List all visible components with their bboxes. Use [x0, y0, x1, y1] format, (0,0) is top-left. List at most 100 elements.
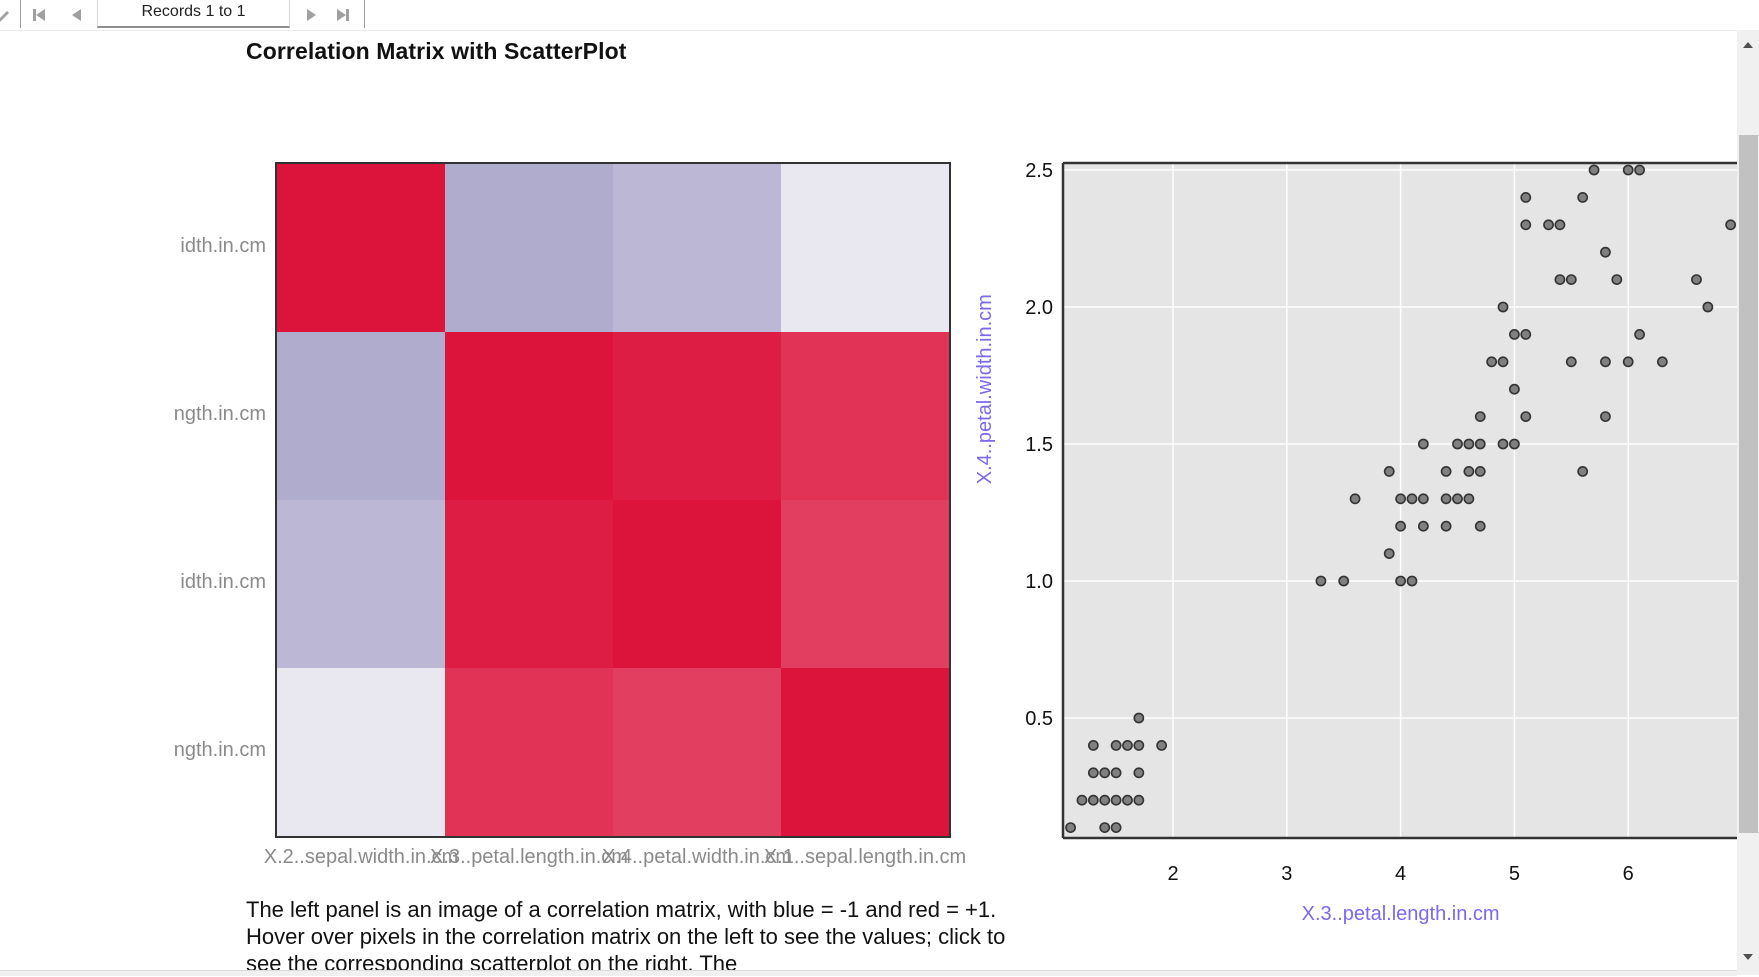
scatter-point[interactable] — [1087, 767, 1099, 779]
scatter-point[interactable] — [1565, 274, 1577, 285]
scatter-point[interactable] — [1099, 822, 1111, 833]
scatter-point[interactable] — [1452, 493, 1463, 505]
last-record-icon[interactable] — [332, 4, 354, 26]
scatter-point[interactable] — [1611, 274, 1623, 285]
scatter-point[interactable] — [1133, 794, 1145, 806]
next-record-icon[interactable] — [300, 4, 322, 26]
scatter-point[interactable] — [1383, 465, 1395, 477]
scatter-point[interactable] — [1076, 794, 1088, 806]
scatter-point[interactable] — [1509, 328, 1520, 340]
scatter-point[interactable] — [1395, 493, 1406, 505]
previous-record-icon[interactable] — [66, 4, 88, 26]
scatter-point[interactable] — [1383, 548, 1395, 559]
matrix-cell[interactable] — [445, 500, 613, 668]
scatter-point[interactable] — [1122, 794, 1133, 806]
correlation-matrix[interactable] — [275, 162, 951, 838]
scatter-point[interactable] — [1577, 465, 1589, 477]
scatter-point[interactable] — [1543, 219, 1554, 231]
scatter-point[interactable] — [1486, 356, 1498, 368]
scatter-point[interactable] — [1133, 712, 1145, 724]
scatter-point[interactable] — [1634, 328, 1645, 340]
scatter-point[interactable] — [1577, 192, 1589, 203]
scatter-point[interactable] — [1349, 493, 1361, 505]
scatter-point[interactable] — [1110, 794, 1122, 806]
scatter-point[interactable] — [1520, 411, 1532, 422]
scatter-point[interactable] — [1622, 164, 1634, 176]
matrix-cell[interactable] — [445, 332, 613, 500]
scatter-point[interactable] — [1509, 383, 1520, 395]
scatter-point[interactable] — [1520, 328, 1532, 340]
scatter-point[interactable] — [1452, 438, 1463, 450]
scatter-point[interactable] — [1634, 164, 1645, 176]
scatter-point[interactable] — [1497, 356, 1509, 368]
scroll-up-icon[interactable] — [1737, 36, 1759, 54]
matrix-cell[interactable] — [613, 164, 781, 332]
scatter-point[interactable] — [1463, 493, 1475, 505]
matrix-cell[interactable] — [781, 500, 949, 668]
scatter-point[interactable] — [1474, 438, 1486, 450]
scatter-point[interactable] — [1338, 575, 1350, 587]
scatter-point[interactable] — [1497, 438, 1509, 450]
scrollbar-thumb[interactable] — [1739, 135, 1758, 833]
scatter-point[interactable] — [1440, 520, 1452, 532]
matrix-cell[interactable] — [277, 332, 445, 500]
scatter-point[interactable] — [1406, 575, 1418, 587]
scatter-point[interactable] — [1474, 465, 1486, 477]
scatter-point[interactable] — [1463, 465, 1475, 477]
scatter-point[interactable] — [1565, 356, 1577, 368]
scatter-point[interactable] — [1520, 219, 1532, 231]
scatter-point[interactable] — [1417, 438, 1429, 450]
matrix-cell[interactable] — [277, 164, 445, 332]
matrix-cell[interactable] — [781, 332, 949, 500]
scatter-point[interactable] — [1463, 438, 1475, 450]
scatter-point[interactable] — [1588, 164, 1600, 176]
scatter-point[interactable] — [1440, 493, 1452, 505]
scatter-point[interactable] — [1087, 740, 1099, 751]
scatter-point[interactable] — [1600, 246, 1611, 258]
scatter-point[interactable] — [1110, 767, 1122, 779]
scatter-point[interactable] — [1122, 740, 1133, 751]
scatter-point[interactable] — [1622, 356, 1634, 368]
first-record-icon[interactable] — [28, 4, 50, 26]
matrix-cell[interactable] — [613, 332, 781, 500]
scatter-point[interactable] — [1656, 356, 1668, 368]
scatter-point[interactable] — [1520, 192, 1532, 203]
matrix-cell[interactable] — [613, 668, 781, 836]
scatter-point[interactable] — [1395, 520, 1406, 532]
matrix-cell[interactable] — [445, 164, 613, 332]
scatter-point[interactable] — [1474, 520, 1486, 532]
scatter-point[interactable] — [1417, 520, 1429, 532]
matrix-cell[interactable] — [445, 668, 613, 836]
scatter-point[interactable] — [1600, 356, 1611, 368]
scatter-point[interactable] — [1725, 219, 1737, 231]
scatter-point[interactable] — [1417, 493, 1429, 505]
scatter-point[interactable] — [1315, 575, 1327, 587]
scatter-point[interactable] — [1474, 411, 1486, 422]
scatter-point[interactable] — [1133, 740, 1145, 751]
scatter-point[interactable] — [1554, 274, 1566, 285]
scatter-point[interactable] — [1406, 493, 1418, 505]
scatter-point[interactable] — [1133, 767, 1145, 779]
scatter-point[interactable] — [1156, 740, 1168, 751]
scatter-point[interactable] — [1509, 438, 1520, 450]
matrix-cell[interactable] — [781, 668, 949, 836]
scatter-point[interactable] — [1110, 822, 1122, 833]
scatter-point[interactable] — [1099, 794, 1111, 806]
scroll-down-icon[interactable] — [1737, 948, 1759, 966]
matrix-cell[interactable] — [613, 500, 781, 668]
scatter-point[interactable] — [1440, 465, 1452, 477]
scatter-point[interactable] — [1702, 301, 1714, 313]
scatter-point[interactable] — [1554, 219, 1566, 231]
scatter-point[interactable] — [1110, 740, 1122, 751]
scatter-point[interactable] — [1395, 575, 1406, 587]
matrix-cell[interactable] — [781, 164, 949, 332]
scatter-point[interactable] — [1691, 274, 1702, 285]
scatter-point[interactable] — [1497, 301, 1509, 313]
scatter-point[interactable] — [1600, 411, 1611, 422]
matrix-cell[interactable] — [277, 668, 445, 836]
scatter-point[interactable] — [1065, 822, 1076, 833]
matrix-cell[interactable] — [277, 500, 445, 668]
scatter-point[interactable] — [1099, 767, 1111, 779]
vertical-scrollbar[interactable] — [1737, 30, 1759, 975]
edit-icon[interactable] — [0, 4, 14, 26]
